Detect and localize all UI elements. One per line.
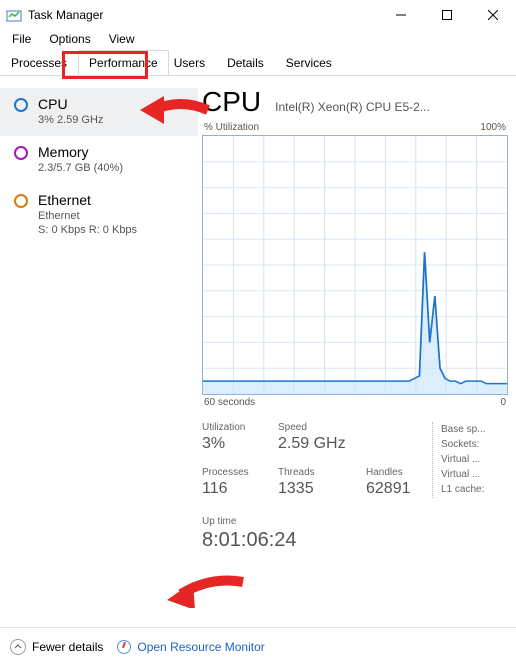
content-panel: CPU Intel(R) Xeon(R) CPU E5-2... % Utili… (198, 76, 516, 622)
chart-y-max: 100% (480, 122, 506, 133)
tab-processes[interactable]: Processes (0, 50, 78, 75)
speed-value: 2.59 GHz (278, 435, 366, 453)
chart-x-right: 0 (500, 397, 506, 408)
uptime-value: 8:01:06:24 (202, 529, 508, 552)
threads-value: 1335 (278, 480, 366, 498)
ethernet-ring-icon (14, 194, 28, 208)
handles-value-placeholder (366, 435, 428, 453)
fewer-details-button[interactable]: Fewer details (10, 639, 103, 655)
close-button[interactable] (470, 0, 516, 30)
tab-performance[interactable]: Performance (78, 50, 169, 75)
app-icon (6, 7, 22, 23)
handles-label-placeholder (366, 422, 428, 433)
util-label: Utilization (202, 422, 278, 433)
open-resource-monitor-link[interactable]: Open Resource Monitor (117, 640, 264, 654)
sidebar-cpu-sub: 3% 2.59 GHz (38, 114, 103, 126)
menu-options[interactable]: Options (41, 30, 98, 50)
chart-x-left: 60 seconds (204, 397, 255, 408)
menu-view[interactable]: View (101, 30, 143, 50)
handles-label: Handles (366, 467, 428, 478)
util-value: 3% (202, 435, 278, 453)
chart-y-label: % Utilization (204, 122, 259, 133)
menu-file[interactable]: File (4, 30, 39, 50)
sidebar-eth-label: Ethernet (38, 192, 137, 208)
sidebar-item-cpu[interactable]: CPU 3% 2.59 GHz (0, 88, 198, 136)
sidebar-memory-sub: 2.3/5.7 GB (40%) (38, 162, 123, 174)
sidebar-eth-sub1: Ethernet (38, 210, 137, 222)
tab-users[interactable]: Users (169, 50, 216, 75)
threads-label: Threads (278, 467, 366, 478)
uptime-label: Up time (202, 516, 508, 527)
virtual2-label: Virtual ... (441, 467, 508, 482)
sidebar-memory-label: Memory (38, 144, 123, 160)
memory-ring-icon (14, 146, 28, 160)
sidebar-cpu-label: CPU (38, 96, 103, 112)
proc-value: 116 (202, 480, 278, 498)
sidebar-eth-sub2: S: 0 Kbps R: 0 Kbps (38, 224, 137, 236)
fewer-details-label: Fewer details (32, 640, 103, 654)
maximize-button[interactable] (424, 0, 470, 30)
tab-details[interactable]: Details (216, 50, 275, 75)
sidebar: CPU 3% 2.59 GHz Memory 2.3/5.7 GB (40%) … (0, 76, 198, 622)
sidebar-item-memory[interactable]: Memory 2.3/5.7 GB (40%) (0, 136, 198, 184)
resource-monitor-icon (117, 640, 131, 654)
cpu-model: Intel(R) Xeon(R) CPU E5-2... (275, 100, 508, 114)
base-speed-label: Base sp... (441, 422, 508, 437)
content-heading: CPU (202, 86, 261, 118)
speed-label: Speed (278, 422, 366, 433)
cpu-utilization-chart (202, 135, 508, 395)
handles-value: 62891 (366, 480, 428, 498)
cpu-ring-icon (14, 98, 28, 112)
open-resource-monitor-label: Open Resource Monitor (137, 640, 264, 654)
chevron-up-icon (10, 639, 26, 655)
l1-label: L1 cache: (441, 482, 508, 497)
proc-label: Processes (202, 467, 278, 478)
tab-services[interactable]: Services (275, 50, 343, 75)
window-title: Task Manager (28, 8, 103, 22)
minimize-button[interactable] (378, 0, 424, 30)
sidebar-item-ethernet[interactable]: Ethernet Ethernet S: 0 Kbps R: 0 Kbps (0, 184, 198, 246)
virtual1-label: Virtual ... (441, 452, 508, 467)
sockets-label: Sockets: (441, 437, 508, 452)
